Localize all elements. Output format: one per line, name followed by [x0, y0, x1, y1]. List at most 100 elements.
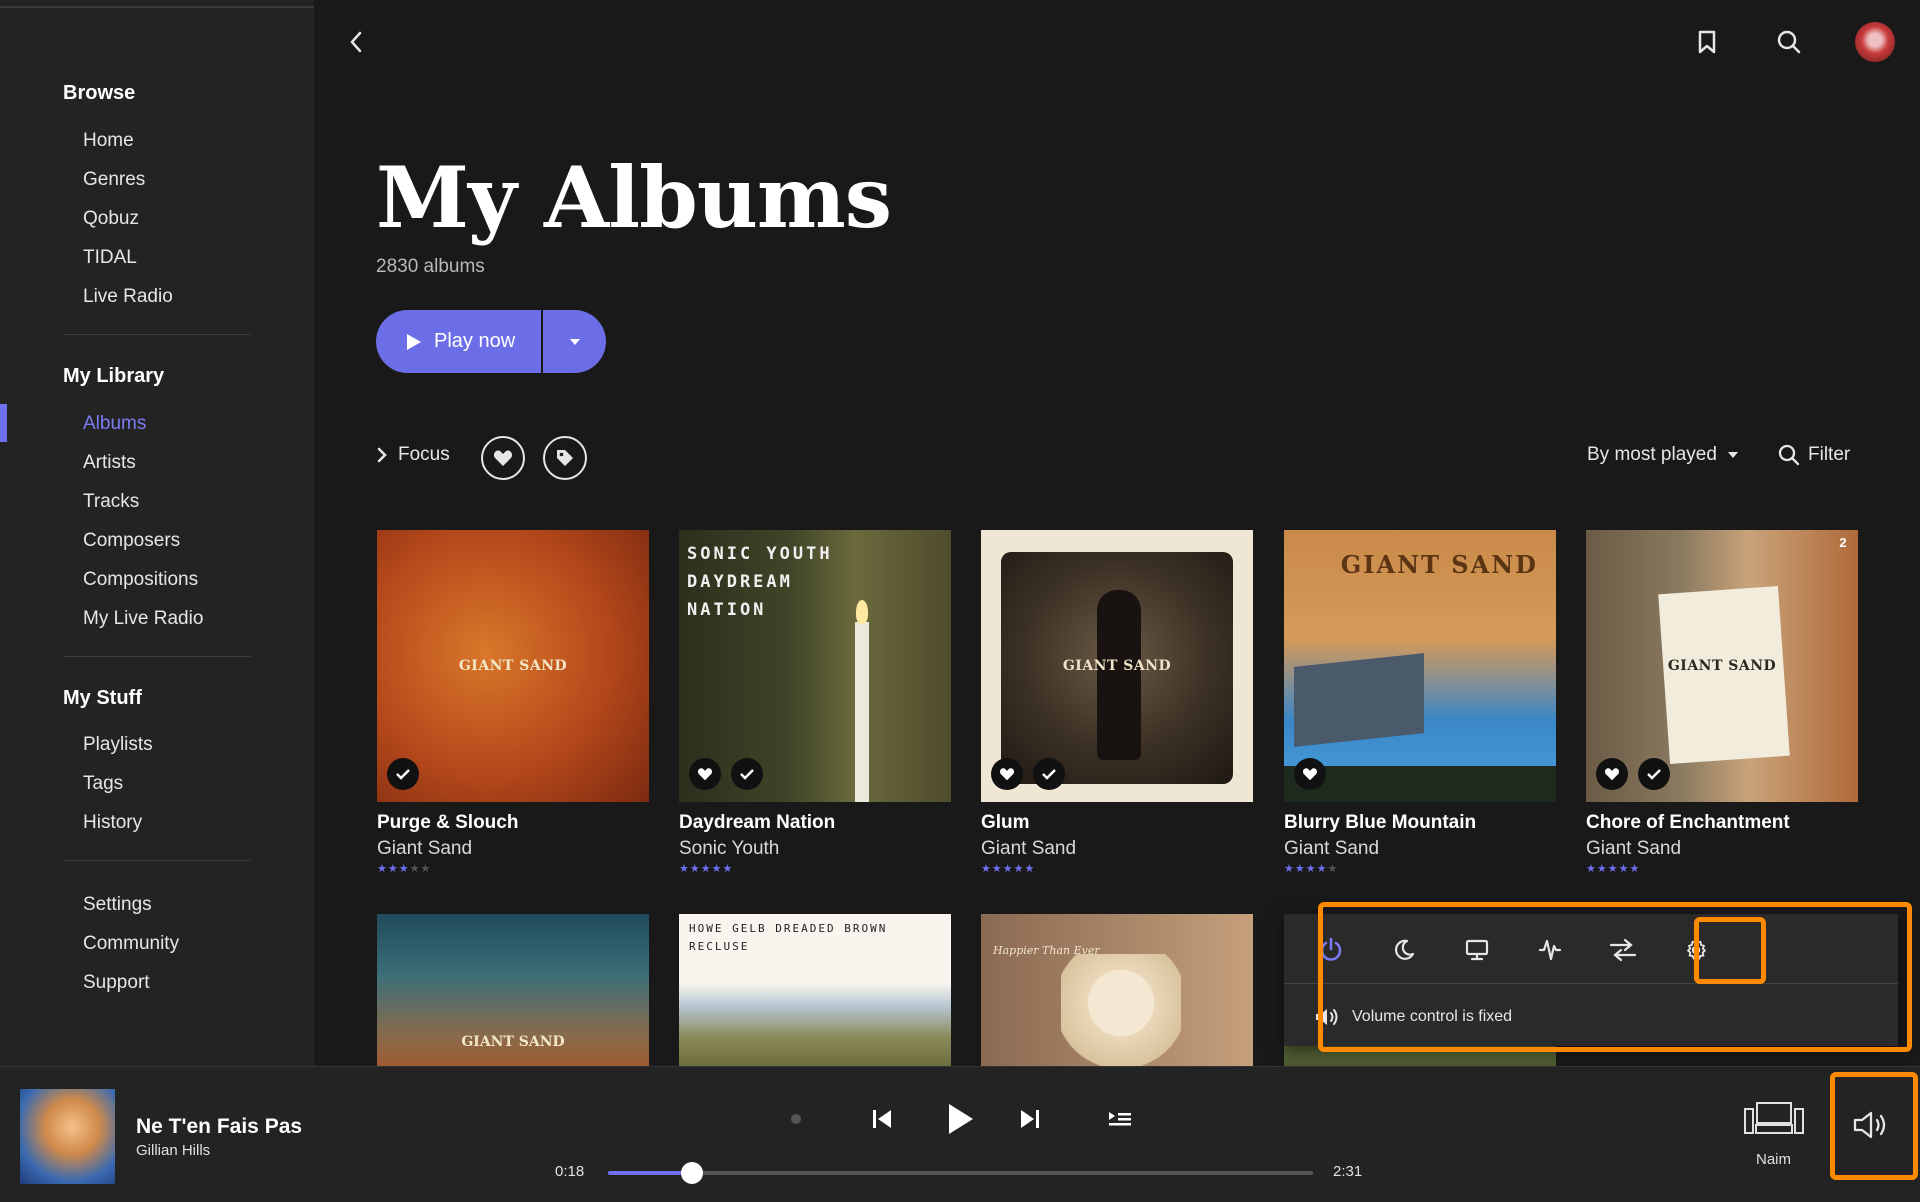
total-time: 2:31: [1333, 1163, 1363, 1180]
transfer-button[interactable]: [1603, 930, 1643, 970]
filter-button[interactable]: Filter: [1778, 444, 1850, 466]
sidebar-item-compositions[interactable]: Compositions: [83, 569, 198, 591]
album-cover[interactable]: HOWE GELB DREADED BROWN RECLUSE: [679, 914, 951, 1068]
sidebar-item-qobuz[interactable]: Qobuz: [83, 208, 139, 230]
rating-stars: ★★★★★: [1586, 863, 1641, 875]
heart-icon: [1604, 768, 1620, 781]
check-icon: [1647, 769, 1661, 780]
display-button[interactable]: [1457, 930, 1497, 970]
section-my-stuff: My Stuff: [63, 687, 142, 709]
rating-stars: ★★★★★: [1284, 863, 1339, 875]
shuffle-indicator[interactable]: [784, 1107, 808, 1131]
cover-text: GIANT SAND: [1062, 658, 1172, 674]
owned-badge: [387, 758, 419, 790]
sidebar-item-settings[interactable]: Settings: [83, 894, 152, 916]
house: [1294, 653, 1424, 747]
rating-stars: ★★★★★: [981, 863, 1036, 875]
album-title: Blurry Blue Mountain: [1284, 812, 1477, 833]
previous-button[interactable]: [862, 1099, 902, 1139]
album-count: 2830 albums: [376, 256, 485, 277]
play-now-button[interactable]: Play now: [376, 310, 541, 373]
now-playing-artwork[interactable]: [20, 1089, 115, 1184]
queue-button[interactable]: [1100, 1099, 1140, 1139]
play-button[interactable]: [934, 1093, 986, 1145]
tags-filter-button[interactable]: [543, 436, 587, 480]
audio-button[interactable]: [1530, 930, 1570, 970]
progress-handle[interactable]: [680, 1162, 703, 1184]
sidebar-item-home[interactable]: Home: [83, 130, 134, 152]
caret-down-icon: [1727, 452, 1738, 458]
candle: [855, 622, 869, 802]
favorite-badge: [689, 758, 721, 790]
cover-text: GIANT SAND: [1340, 550, 1538, 579]
cover-text: GIANT SAND: [461, 1034, 565, 1050]
sleep-button[interactable]: [1384, 930, 1424, 970]
album-artist: Giant Sand: [1586, 838, 1682, 859]
sidebar-item-community[interactable]: Community: [83, 933, 179, 955]
device-settings-button[interactable]: [1676, 930, 1716, 970]
sidebar-item-albums[interactable]: Albums: [83, 413, 146, 435]
sidebar-item-support[interactable]: Support: [83, 972, 150, 994]
popup-controls-row: [1284, 914, 1898, 984]
check-icon: [396, 769, 410, 780]
sidebar-item-playlists[interactable]: Playlists: [83, 734, 153, 756]
sidebar-item-history[interactable]: History: [83, 812, 142, 834]
device-selector[interactable]: [1742, 1099, 1806, 1139]
album-card[interactable]: GIANT SAND Glum Giant Sand ★★★★★: [981, 530, 1253, 875]
progress-fill: [608, 1171, 692, 1175]
sidebar-item-tags[interactable]: Tags: [83, 773, 123, 795]
cover-text: HOWE GELB DREADED BROWN RECLUSE: [689, 922, 888, 953]
bookmark-icon: [1698, 30, 1716, 54]
back-button[interactable]: [340, 22, 372, 62]
user-avatar[interactable]: [1855, 22, 1895, 62]
album-card[interactable]: GIANT SAND 2 Chore of Enchantment Giant …: [1586, 530, 1858, 875]
filter-label: Filter: [1808, 444, 1851, 465]
play-now-label: Play now: [434, 330, 516, 352]
power-icon: [1320, 937, 1342, 961]
sidebar-item-tracks[interactable]: Tracks: [83, 491, 139, 513]
next-button[interactable]: [1010, 1099, 1050, 1139]
sidebar-divider: [63, 334, 251, 335]
search-icon: [1777, 30, 1801, 54]
album-cover[interactable]: GIANT SAND: [377, 914, 649, 1068]
album-cover: GIANT SAND: [377, 530, 649, 802]
album-title: Purge & Slouch: [377, 812, 519, 833]
sidebar-item-composers[interactable]: Composers: [83, 530, 180, 552]
progress-slider[interactable]: [608, 1162, 1313, 1184]
play-options-dropdown[interactable]: [543, 310, 606, 373]
search-button[interactable]: [1772, 22, 1806, 62]
device-control-popup: Volume control is fixed: [1284, 914, 1898, 1046]
page-title: My Albums: [376, 148, 892, 247]
album-card[interactable]: GIANT SAND Blurry Blue Mountain Giant Sa…: [1284, 530, 1556, 875]
sidebar-item-tidal[interactable]: TIDAL: [83, 247, 137, 269]
favorites-filter-button[interactable]: [481, 436, 525, 480]
section-my-library: My Library: [63, 365, 165, 387]
album-title: Daydream Nation: [679, 812, 836, 833]
sidebar-item-genres[interactable]: Genres: [83, 169, 145, 191]
focus-toggle[interactable]: Focus: [376, 444, 450, 466]
album-card[interactable]: GIANT SAND Purge & Slouch Giant Sand ★★★…: [377, 530, 649, 875]
sort-label: By most played: [1587, 444, 1717, 465]
volume-status: Volume control is fixed: [1314, 1006, 1512, 1028]
sidebar-item-my-live-radio[interactable]: My Live Radio: [83, 608, 203, 630]
focus-label: Focus: [398, 444, 450, 465]
bookmark-button[interactable]: [1690, 22, 1724, 62]
album-cover: GIANT SAND: [981, 530, 1253, 802]
play-icon: [949, 1104, 973, 1134]
album-cover[interactable]: Happier Than Ever: [981, 914, 1253, 1068]
moon-icon: [1395, 939, 1415, 960]
caret-down-icon: [569, 338, 580, 345]
rating-stars: ★★★★★: [377, 863, 432, 875]
album-card[interactable]: SONIC YOUTH DAYDREAM NATION Daydream Nat…: [679, 530, 951, 875]
album-artist: Sonic Youth: [679, 838, 780, 859]
now-playing-artist[interactable]: Gillian Hills: [136, 1142, 210, 1159]
sort-dropdown[interactable]: By most played: [1587, 444, 1739, 466]
cover-text: SONIC YOUTH DAYDREAM NATION: [687, 544, 833, 620]
now-playing-title[interactable]: Ne T'en Fais Pas: [136, 1115, 302, 1139]
sidebar-item-artists[interactable]: Artists: [83, 452, 136, 474]
check-icon: [1042, 769, 1056, 780]
volume-button[interactable]: [1846, 1099, 1898, 1151]
sidebar-item-live-radio[interactable]: Live Radio: [83, 286, 173, 308]
power-button[interactable]: [1311, 930, 1351, 970]
sidebar-divider: [63, 656, 251, 657]
